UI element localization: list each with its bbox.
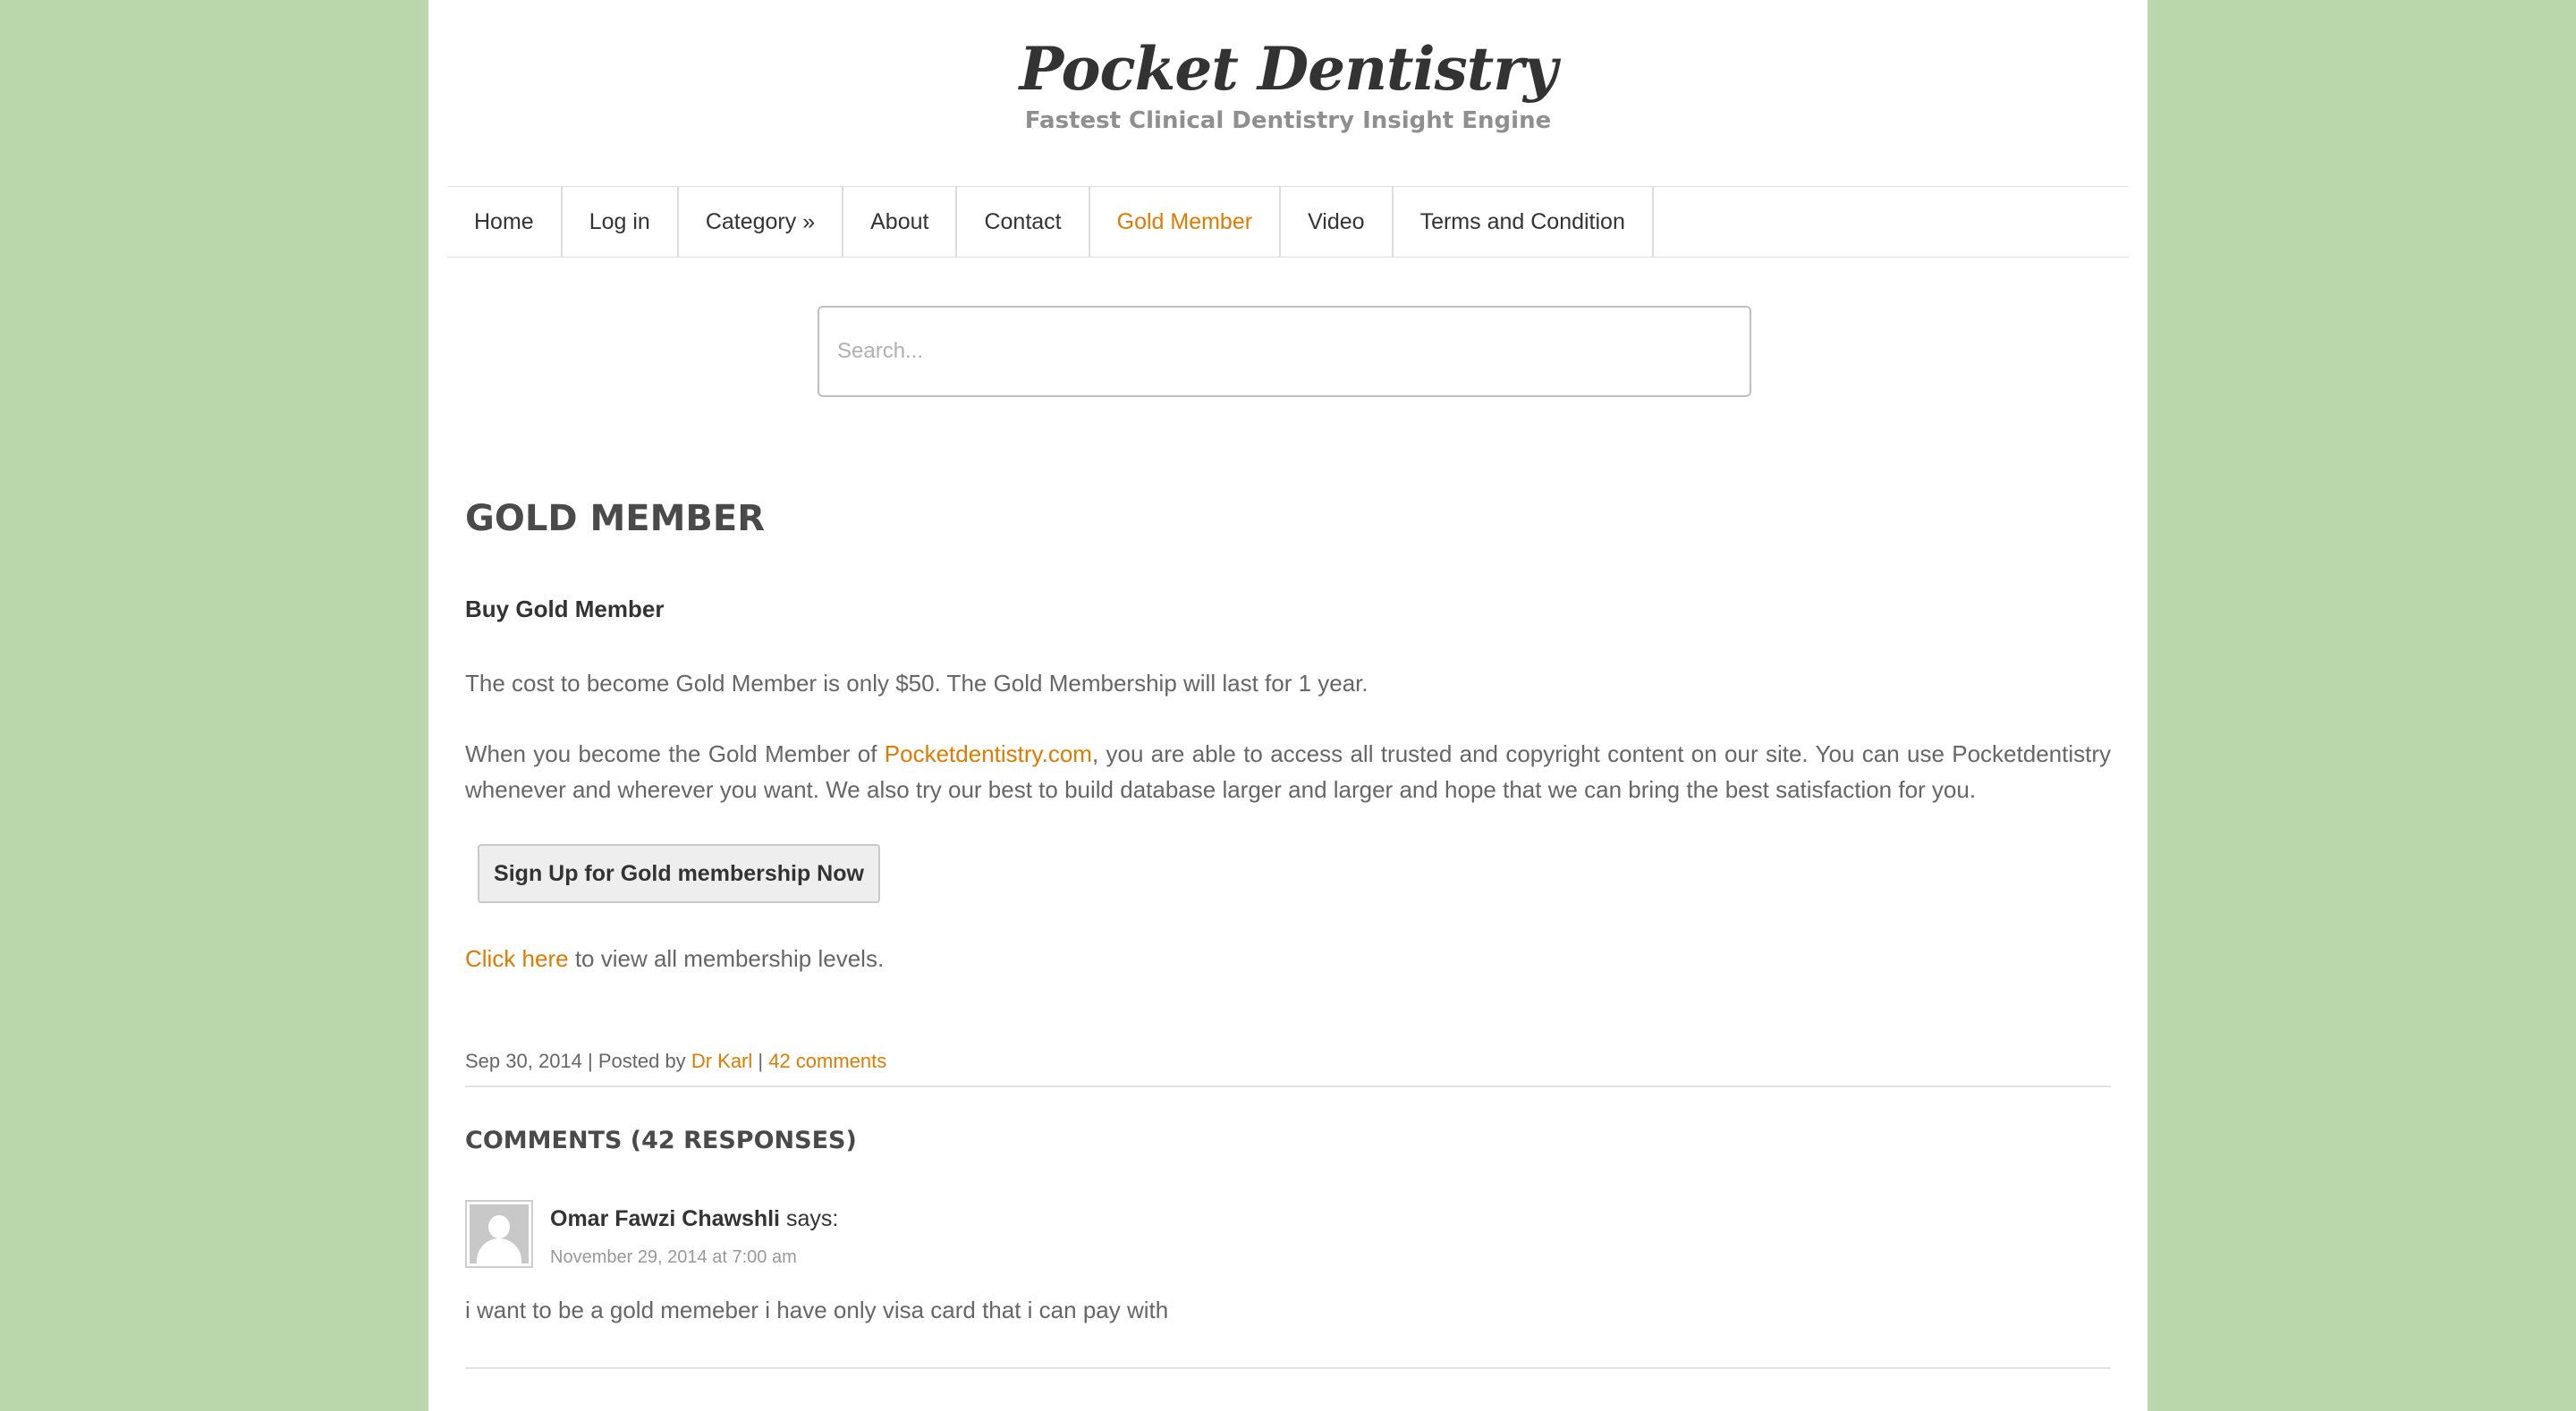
price-paragraph: The cost to become Gold Member is only $… xyxy=(465,670,1368,697)
nav-item-log-in[interactable]: Log in xyxy=(563,187,679,257)
post-date: Sep 30, 2014 xyxy=(465,1050,582,1072)
comment-author: Omar Fawzi Chawshli says: xyxy=(550,1208,838,1230)
nav-item-contact[interactable]: Contact xyxy=(957,187,1090,257)
site-title[interactable]: Pocket Dentistry xyxy=(428,39,2148,98)
comments-count-link[interactable]: 42 comments xyxy=(768,1050,886,1072)
post-meta: Sep 30, 2014 | Posted by Dr Karl | 42 co… xyxy=(465,1052,886,1071)
search-input[interactable] xyxy=(818,306,1751,397)
levels-text: to view all membership levels. xyxy=(568,945,885,972)
site-tagline: Fastest Clinical Dentistry Insight Engin… xyxy=(1024,107,1552,134)
meta-separator: | Posted by xyxy=(581,1050,691,1072)
nav-item-video[interactable]: Video xyxy=(1281,187,1394,257)
page-title: GOLD MEMBER xyxy=(465,498,765,539)
main-nav: Home Log in Category » About Contact Gol… xyxy=(447,186,2129,258)
nav-item-about[interactable]: About xyxy=(843,187,958,257)
divider xyxy=(465,1086,2111,1087)
nav-item-gold-member[interactable]: Gold Member xyxy=(1090,187,1282,257)
site-header: Pocket Dentistry Fastest Clinical Dentis… xyxy=(428,0,2148,186)
levels-paragraph: Click here to view all membership levels… xyxy=(465,941,2111,976)
pocketdentistry-link[interactable]: Pocketdentistry.com xyxy=(885,740,1092,767)
avatar xyxy=(465,1200,533,1268)
nav-item-terms[interactable]: Terms and Condition xyxy=(1394,187,1654,257)
meta-separator: | xyxy=(752,1050,769,1072)
benefits-text-start: When you become the Gold Member of xyxy=(465,740,885,767)
comment-says: says: xyxy=(780,1206,839,1231)
avatar-body xyxy=(477,1238,521,1263)
user-icon xyxy=(470,1204,529,1263)
nav-item-category[interactable]: Category » xyxy=(679,187,844,257)
comment-text: i want to be a gold memeber i have only … xyxy=(465,1297,1169,1323)
divider xyxy=(465,1367,2111,1369)
page-container: Pocket Dentistry Fastest Clinical Dentis… xyxy=(428,0,2148,1411)
author-link[interactable]: Dr Karl xyxy=(691,1050,752,1072)
post-subheading: Buy Gold Member xyxy=(465,596,665,622)
comment-date[interactable]: November 29, 2014 at 7:00 am xyxy=(550,1248,797,1266)
nav-item-home[interactable]: Home xyxy=(447,187,563,257)
search-box xyxy=(818,306,1751,397)
comment-author-name: Omar Fawzi Chawshli xyxy=(550,1206,781,1231)
comments-title: COMMENTS (42 RESPONSES) xyxy=(465,1127,857,1154)
click-here-link[interactable]: Click here xyxy=(465,945,569,972)
benefits-paragraph: When you become the Gold Member of Pocke… xyxy=(465,736,2111,807)
signup-gold-button[interactable]: Sign Up for Gold membership Now xyxy=(478,844,880,903)
avatar-head xyxy=(488,1215,510,1238)
